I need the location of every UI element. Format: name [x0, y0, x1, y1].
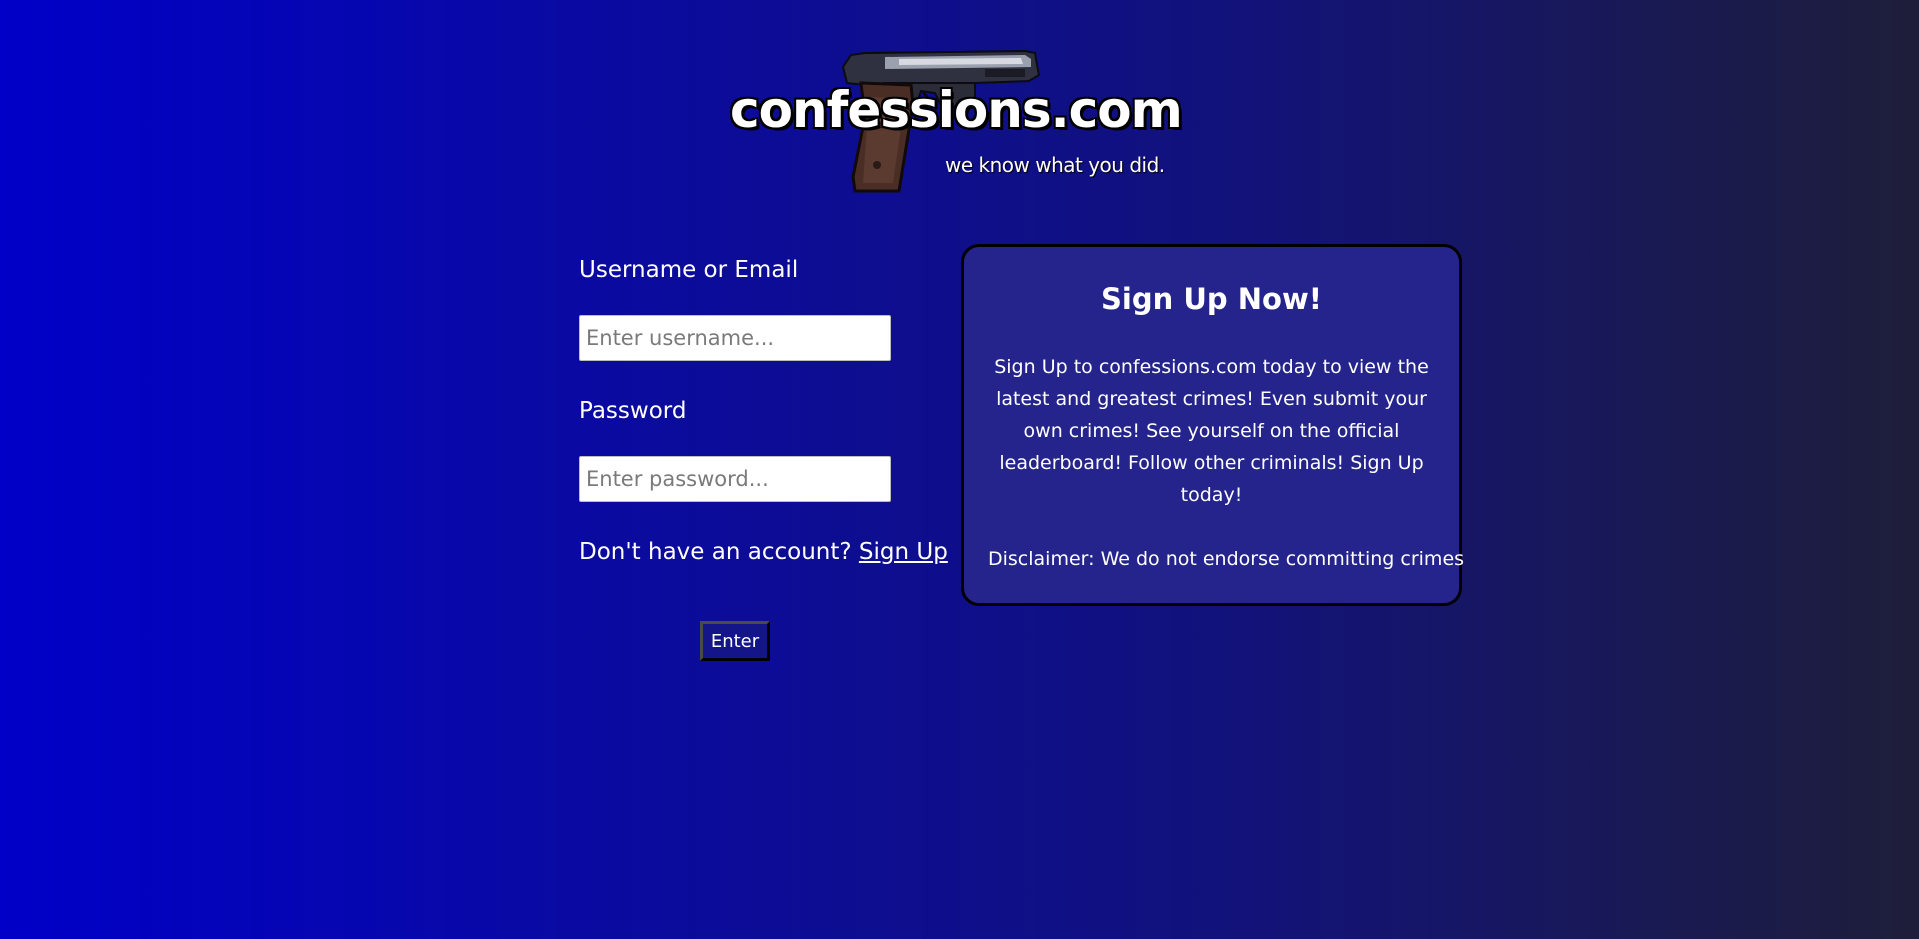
- signup-prompt-text: Don't have an account?: [579, 539, 859, 565]
- enter-button[interactable]: Enter: [700, 621, 770, 661]
- logo-wordmark: confessions.com: [729, 80, 1184, 140]
- password-label: Password: [579, 398, 687, 424]
- login-form: Username or Email Password Don't have an…: [579, 250, 948, 572]
- password-input[interactable]: [579, 456, 891, 502]
- promo-title: Sign Up Now!: [1101, 282, 1322, 316]
- signup-promo-card: Sign Up Now! Sign Up to confessions.com …: [961, 244, 1465, 606]
- promo-disclaimer: Disclaimer: We do not endorse committing…: [988, 548, 1465, 570]
- username-input[interactable]: [579, 315, 891, 361]
- signup-prompt: Don't have an account? Sign Up: [579, 532, 948, 572]
- username-label: Username or Email: [579, 257, 799, 283]
- site-logo: confessions.com we know what you did.: [725, 45, 1185, 195]
- promo-body: Sign Up to confessions.com today to view…: [994, 356, 1429, 506]
- logo-tagline: we know what you did.: [945, 153, 1165, 177]
- signup-link[interactable]: Sign Up: [859, 539, 948, 565]
